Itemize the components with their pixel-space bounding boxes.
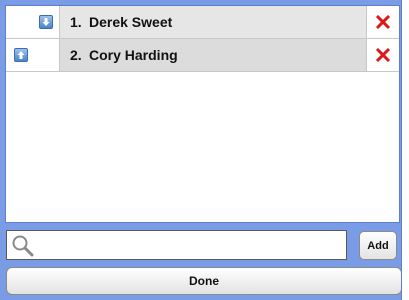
name-cell[interactable]: 2. Cory Harding <box>60 39 367 71</box>
move-cell <box>6 6 60 38</box>
add-button[interactable]: Add <box>359 231 397 260</box>
search-input[interactable] <box>37 234 346 258</box>
close-icon <box>375 47 391 63</box>
item-index: 2. <box>70 47 82 63</box>
list-item[interactable]: 1. Derek Sweet <box>6 6 399 39</box>
edge-strip <box>401 0 409 300</box>
delete-button[interactable] <box>367 39 399 71</box>
close-icon <box>375 14 391 30</box>
arrow-up-icon[interactable] <box>14 48 28 62</box>
item-index: 1. <box>70 14 82 30</box>
search-icon <box>12 235 34 257</box>
delete-button[interactable] <box>367 6 399 38</box>
move-cell <box>6 39 60 71</box>
item-name: Derek Sweet <box>89 14 173 30</box>
name-cell[interactable]: 1. Derek Sweet <box>60 6 367 38</box>
search-field[interactable] <box>6 230 347 260</box>
arrow-down-icon[interactable] <box>39 15 53 29</box>
item-name: Cory Harding <box>89 47 178 63</box>
list-item[interactable]: 2. Cory Harding <box>6 39 399 72</box>
done-button[interactable]: Done <box>6 267 402 295</box>
list-panel: 1. Derek Sweet 2. Cory Harding <box>5 5 400 223</box>
